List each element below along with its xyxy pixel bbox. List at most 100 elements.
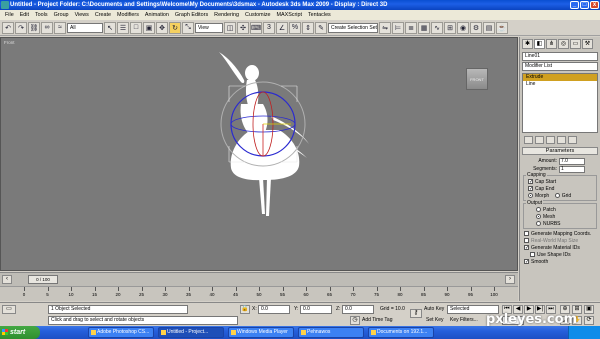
task-media-player[interactable]: Windows Media Player [228,327,294,338]
viewcube[interactable]: FRONT [466,68,488,90]
time-slider-thumb[interactable]: 0 / 100 [28,275,58,284]
menu-file[interactable]: File [2,12,17,18]
manipulate-icon[interactable]: ✣ [237,21,249,34]
modifier-list-select[interactable]: Modifier List [522,62,598,71]
spinner-snap-icon[interactable]: ⇕ [302,21,314,34]
pin-stack-icon[interactable] [524,136,533,144]
minimize-button[interactable]: _ [570,1,579,9]
show-end-result-icon[interactable] [535,136,544,144]
z-coordinate-field[interactable]: 0.0 [342,305,374,314]
menu-modifiers[interactable]: Modifiers [114,12,142,18]
smooth-checkbox[interactable]: ✓ Smooth [520,259,600,266]
auto-key-button[interactable]: Auto Key [424,305,444,314]
time-tag-icon[interactable]: ◷ [350,316,360,325]
real-world-checkbox[interactable]: Real-World Map Size [520,238,600,245]
material-editor-icon[interactable]: ◉ [457,21,469,34]
curve-editor-icon[interactable]: ∿ [431,21,443,34]
slider-prev-icon[interactable]: ‹ [2,275,12,284]
menu-rendering[interactable]: Rendering [211,12,242,18]
configure-modifier-sets-icon[interactable] [568,136,577,144]
task-photoshop[interactable]: Adobe Photoshop CS... [88,327,154,338]
menu-tools[interactable]: Tools [32,12,51,18]
stack-item-line[interactable]: Line [523,81,597,88]
graphite-toolbar-icon[interactable]: ▦ [418,21,430,34]
menu-maxscript[interactable]: MAXScript [274,12,305,18]
grid-radio[interactable]: Grid [554,193,571,199]
zoom-extents-icon[interactable]: ▣ [584,305,594,314]
render-frame-icon[interactable]: ▤ [483,21,495,34]
maxscript-listener-icon[interactable]: ▭ [2,305,16,314]
named-selection-set-select[interactable]: Create Selection Set [328,22,378,33]
task-documents[interactable]: Documents on 192.1... [368,327,434,338]
keyboard-shortcut-icon[interactable]: ⌨ [250,21,262,34]
rect-selection-icon[interactable]: □ [130,21,142,34]
app-icon[interactable] [1,1,9,9]
selection-filter-select[interactable]: All [67,22,103,33]
key-filters-button[interactable]: Key Filters... [450,316,478,325]
percent-snap-icon[interactable]: % [289,21,301,34]
menu-tentacles[interactable]: Tentacles [305,12,334,18]
menu-graph-editors[interactable]: Graph Editors [172,12,211,18]
modifier-stack[interactable]: Extrude Line [522,73,598,133]
key-icon[interactable]: ⚷ [410,309,422,318]
utilities-icon[interactable]: ⚒ [582,39,593,49]
task-3dsmax[interactable]: Untitled - Project... [158,327,224,338]
quick-render-icon[interactable]: ☕ [496,21,508,34]
maximize-button[interactable]: □ [580,1,589,9]
parameters-rollout[interactable]: Parameters [522,147,598,155]
hierarchy-icon[interactable]: ⋔ [546,39,557,49]
menu-animation[interactable]: Animation [142,12,172,18]
output-nurbs-radio[interactable]: NURBS [524,221,596,228]
render-setup-icon[interactable]: ⚙ [470,21,482,34]
gen-material-checkbox[interactable]: ✓ Generate Material IDs [520,245,600,252]
time-slider[interactable]: ‹ 0 / 100 › [0,272,518,286]
segments-spinner[interactable]: 1 [559,165,585,173]
cap-end-checkbox[interactable]: ✓ Cap End [524,186,596,193]
track-bar[interactable]: 0 5 10 15 20 25 30 35 40 45 50 55 60 65 70 75 80 85 90 95 10… [0,286,518,301]
output-mesh-radio[interactable]: Mesh [524,214,596,221]
display-icon[interactable]: ▭ [570,39,581,49]
select-move-icon[interactable]: ✥ [156,21,168,34]
gen-mapping-checkbox[interactable]: Generate Mapping Coords. [520,231,600,238]
set-key-button[interactable]: Set Key [426,316,444,325]
bind-space-warp-icon[interactable]: ≈ [54,21,66,34]
select-by-name-icon[interactable]: ☰ [117,21,129,34]
edit-named-selection-icon[interactable]: ✎ [315,21,327,34]
layer-manager-icon[interactable]: ≣ [405,21,417,34]
menu-customize[interactable]: Customize [242,12,273,18]
redo-icon[interactable]: ↷ [15,21,27,34]
close-button[interactable]: x [590,1,599,9]
start-button[interactable]: start [0,326,40,339]
reference-coordinate-select[interactable]: View [195,22,223,33]
pivot-center-icon[interactable]: ◫ [224,21,236,34]
stack-item-extrude[interactable]: Extrude [523,74,597,81]
modify-icon[interactable]: ◧ [534,39,545,49]
window-crossing-icon[interactable]: ▣ [143,21,155,34]
output-patch-radio[interactable]: Patch [524,207,596,214]
unlink-icon[interactable]: ∞ [41,21,53,34]
slider-next-icon[interactable]: › [505,275,515,284]
menu-edit[interactable]: Edit [17,12,32,18]
schematic-view-icon[interactable]: ⊞ [444,21,456,34]
object-name-field[interactable]: Line01 [522,52,598,61]
motion-icon[interactable]: ◎ [558,39,569,49]
add-time-tag[interactable]: Add Time Tag [362,316,392,325]
undo-icon[interactable]: ↶ [2,21,14,34]
use-shape-checkbox[interactable]: Use Shape IDs [520,252,600,259]
angle-snap-icon[interactable]: ∠ [276,21,288,34]
morph-radio[interactable]: Morph [528,193,549,199]
link-icon[interactable]: ⛓ [28,21,40,34]
menu-group[interactable]: Group [51,12,72,18]
orbit-icon[interactable]: ⟳ [584,316,594,325]
y-coordinate-field[interactable]: 0.0 [300,305,332,314]
create-icon[interactable]: ✱ [522,39,533,49]
mirror-icon[interactable]: ⇋ [379,21,391,34]
select-scale-icon[interactable]: ⤡ [182,21,194,34]
amount-spinner[interactable]: 7.0 [559,157,585,165]
remove-modifier-icon[interactable] [557,136,566,144]
snaps-toggle-icon[interactable]: 3 [263,21,275,34]
make-unique-icon[interactable] [546,136,555,144]
align-icon[interactable]: ⊨ [392,21,404,34]
select-object-icon[interactable]: ↖ [104,21,116,34]
select-rotate-icon[interactable]: ↻ [169,21,181,34]
